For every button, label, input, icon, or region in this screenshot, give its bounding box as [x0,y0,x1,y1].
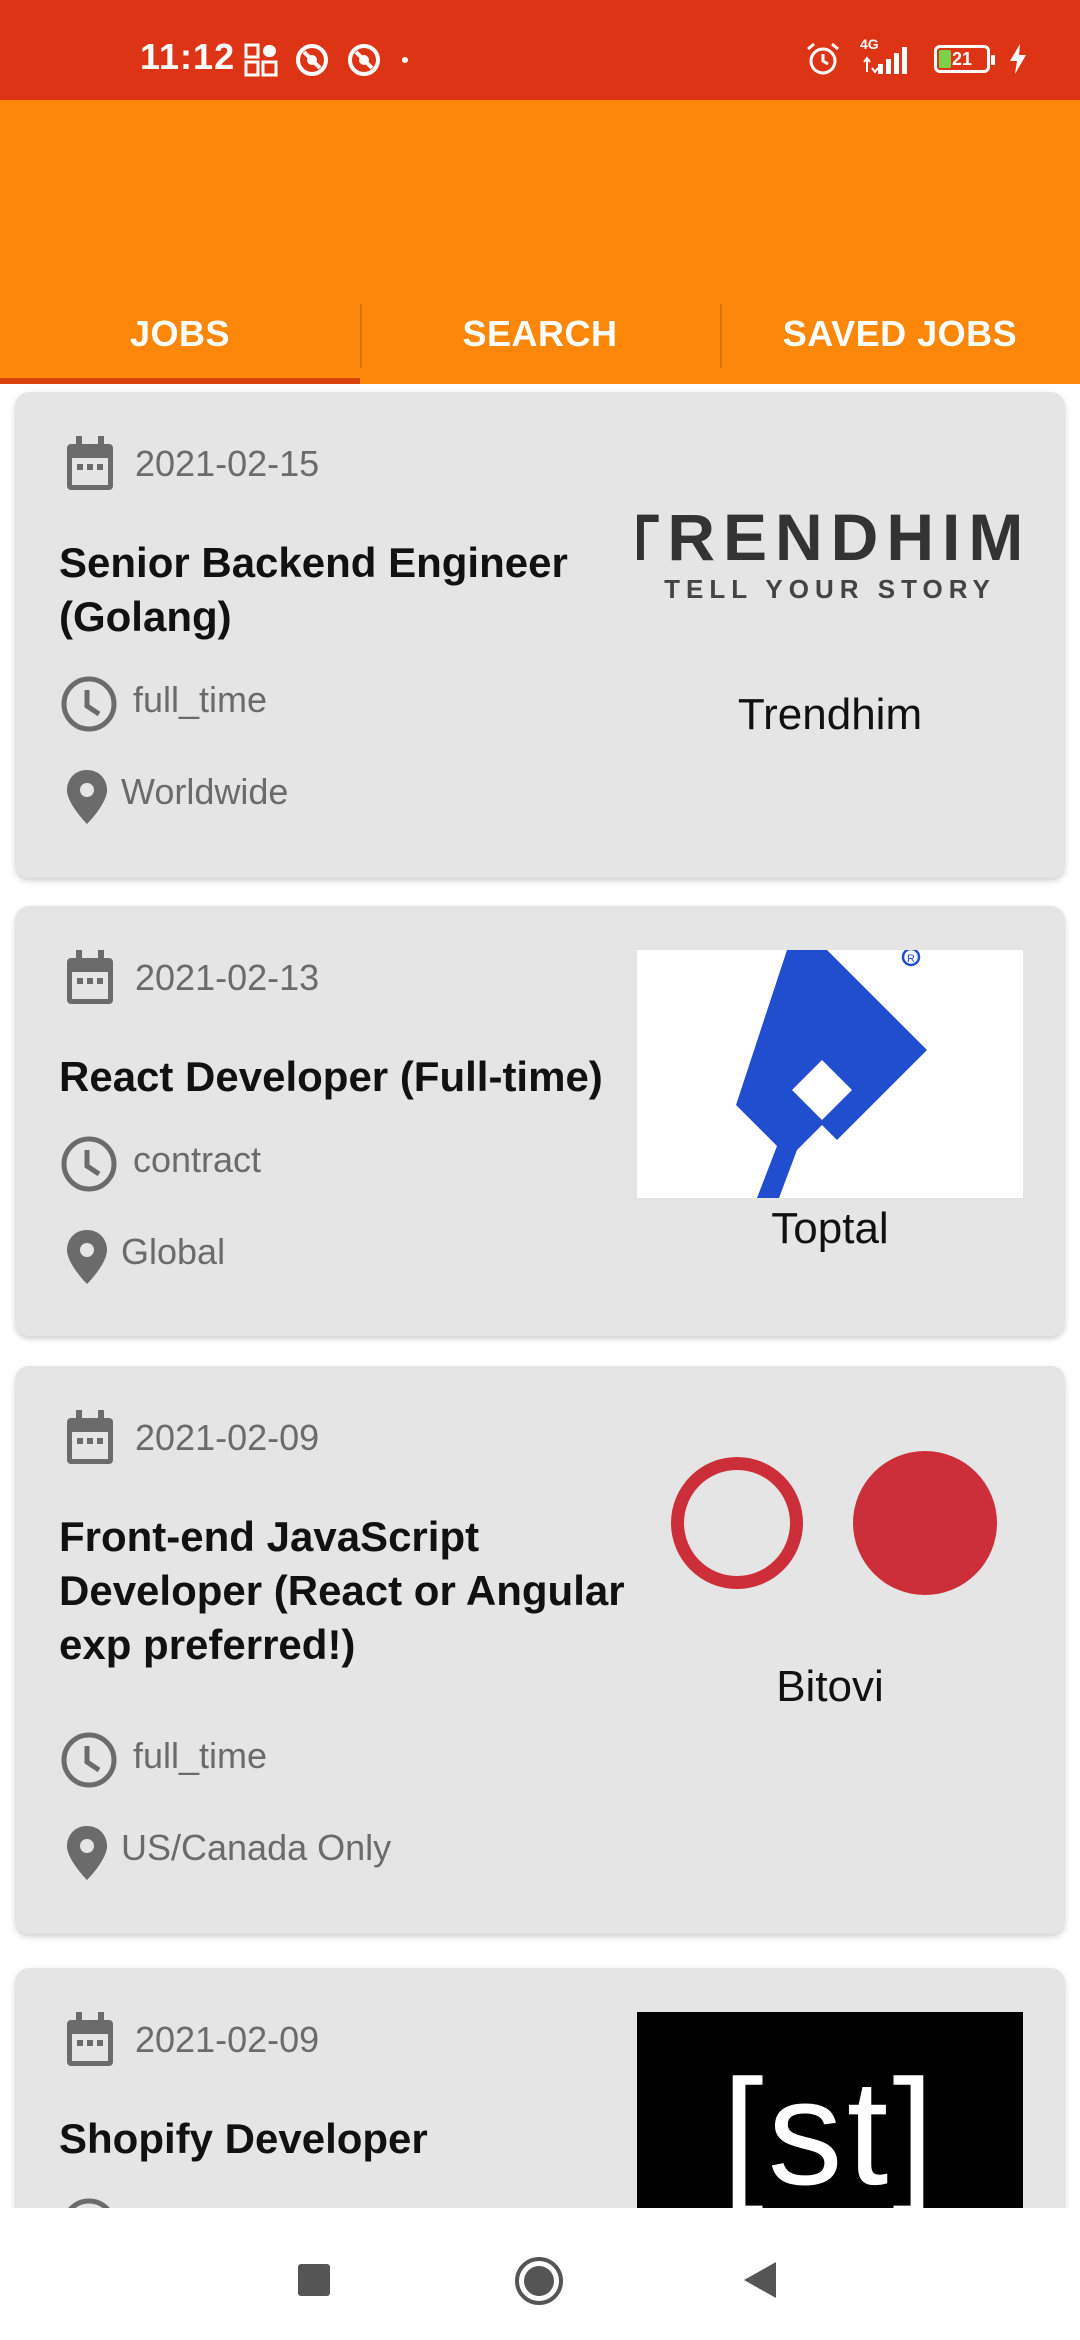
job-date-row: 2021-02-15 [63,434,319,494]
recents-button[interactable] [298,2264,330,2296]
job-card[interactable]: 2021-02-13 React Developer (Full-time) c… [15,906,1065,1336]
logo-tagline: TELL YOUR STORY [664,574,996,604]
charging-icon [1010,44,1026,74]
job-location-row: US/Canada Only [65,1824,391,1882]
calendar-icon [67,1410,113,1464]
job-date: 2021-02-09 [135,1417,320,1458]
company-logo: [st] [637,2012,1023,2208]
tab-jobs[interactable]: JOBS [0,284,360,384]
company-logo: TRENDHIM TELL YOUR STORY [637,502,1023,612]
status-time: 11:12 [140,36,236,77]
status-notification-icons [244,42,412,78]
back-button[interactable] [740,2260,778,2300]
job-date: 2021-02-15 [135,443,320,484]
tab-saved-jobs[interactable]: SAVED JOBS [720,284,1080,384]
company-logo: R [637,947,1023,1198]
signal-icon: 4G [860,36,916,76]
company-name: Toptal [771,1204,889,1253]
calendar-icon [67,2012,113,2066]
job-date-row: 2021-02-09 [63,2010,319,2070]
job-location: Worldwide [121,771,289,812]
clock-icon [61,1732,117,1788]
dot-icon [402,57,408,63]
job-date: 2021-02-13 [135,957,320,998]
job-location-row: Global [65,1228,225,1286]
status-system-icons: 4G 21 [804,36,1028,78]
job-card[interactable]: 2021-02-09 Front-end JavaScript Develope… [15,1366,1065,1934]
job-type-row: full_time [59,1730,267,1790]
svg-text:R: R [907,953,915,965]
job-location: US/Canada Only [121,1827,392,1868]
job-title: Shopify Developer [59,2115,428,2162]
job-location: Global [121,1231,226,1272]
job-title: React Developer (Full-time) [59,1053,603,1100]
calendar-icon [67,436,113,490]
bitovi-logo [671,1451,997,1595]
job-title: Senior Backend Engineer (Golang) [59,539,568,640]
job-location-row: Worldwide [65,768,288,826]
location-pin-icon [67,770,107,824]
company-name: Bitovi [776,1662,884,1711]
tab-search[interactable]: SEARCH [360,284,720,384]
system-nav-bar [0,2208,1080,2340]
logo-wordmark: TRENDHIM [637,502,1023,574]
job-type: full_time [133,1735,268,1776]
app-bar: JOBS SEARCH SAVED JOBS [0,100,1080,384]
clock-icon [68,2198,110,2208]
grid-app-icon [244,43,278,77]
job-card[interactable]: 2021-02-09 Shopify Developer contract [s… [15,1968,1065,2208]
job-type-row: contract [59,1134,261,1194]
clock-icon [61,676,117,732]
status-bar: 11:12 4G 21 [0,0,1080,100]
tab-bar: JOBS SEARCH SAVED JOBS [0,284,1080,384]
company-name: Trendhim [737,690,923,739]
calendar-icon [67,950,113,1004]
job-card[interactable]: 2021-02-15 Senior Backend Engineer (Gola… [15,392,1065,878]
job-date: 2021-02-09 [135,2019,320,2060]
job-date-row: 2021-02-13 [63,948,319,1008]
toptal-logo: R [736,947,927,1198]
job-type: full_time [133,679,268,720]
battery-icon: 21 [934,45,995,73]
job-type-row: full_time [59,674,267,734]
notification-badge-icon [348,44,380,76]
job-type: contract [133,1139,262,1180]
notification-badge-icon [296,44,328,76]
job-type: contract [133,2201,261,2208]
company-logo [637,1448,1023,1598]
clock-icon [61,1136,117,1192]
job-date-row: 2021-02-09 [63,1408,319,1468]
job-title: Front-end JavaScript Developer (React or… [59,1513,625,1668]
location-pin-icon [67,1230,107,1284]
job-list[interactable]: 2021-02-15 Senior Backend Engineer (Gola… [0,384,1080,2208]
job-type-row: contract [59,2196,261,2208]
home-button[interactable] [514,2256,564,2306]
alarm-icon [807,42,839,75]
logo-wordmark: [st] [721,2048,939,2208]
location-pin-icon [67,1826,107,1880]
